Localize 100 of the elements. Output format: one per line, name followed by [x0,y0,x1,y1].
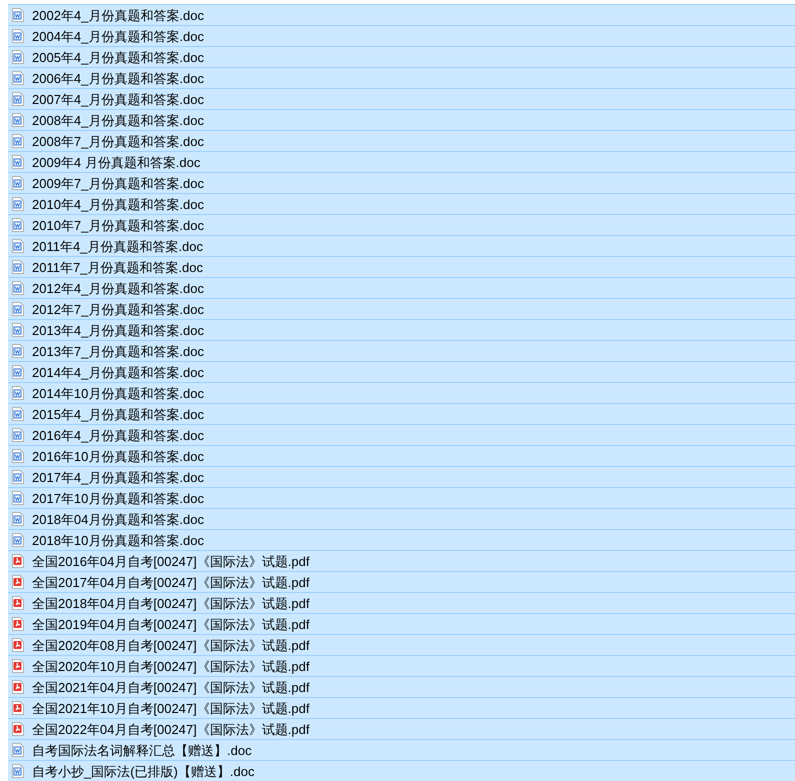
word-file-icon [12,260,24,274]
word-file-icon [12,512,24,526]
file-name: 2015年4_月份真题和答案.doc [32,408,204,420]
pdf-file-icon [12,659,24,673]
file-name: 全国2020年08月自考[00247]《国际法》试题.pdf [32,638,310,652]
pdf-file-icon [12,701,24,715]
file-name: 2009年7_月份真题和答案.doc [32,176,204,190]
file-name: 2017年10月份真题和答案.doc [32,492,204,504]
file-name: 2008年4_月份真题和答案.doc [32,114,204,126]
word-file-icon [12,386,24,400]
file-row[interactable]: 2018年04月份真题和答案.doc [8,508,795,529]
word-file-icon [12,491,24,505]
file-row[interactable]: 全国2020年10月自考[00247]《国际法》试题.pdf [8,655,795,676]
file-row[interactable]: 2011年7_月份真题和答案.doc [8,256,795,277]
file-row[interactable]: 全国2018年04月自考[00247]《国际法》试题.pdf [8,592,795,613]
file-name: 全国2021年04月自考[00247]《国际法》试题.pdf [32,680,310,694]
word-file-icon [12,113,24,127]
file-name: 全国2019年04月自考[00247]《国际法》试题.pdf [32,618,310,630]
file-name: 2013年4_月份真题和答案.doc [32,324,204,336]
word-file-icon [12,449,24,463]
word-file-icon [12,302,24,316]
file-name: 2013年7_月份真题和答案.doc [32,344,204,358]
file-name: 全国2022年04月自考[00247]《国际法》试题.pdf [32,722,310,736]
word-file-icon [12,281,24,295]
file-name: 2011年4_月份真题和答案.doc [32,240,203,252]
word-file-icon [12,218,24,232]
file-name: 2006年4_月份真题和答案.doc [32,72,204,84]
file-row[interactable]: 2008年4_月份真题和答案.doc [8,109,795,130]
file-row[interactable]: 2015年4_月份真题和答案.doc [8,403,795,424]
file-name: 2018年10月份真题和答案.doc [32,534,204,546]
file-row[interactable]: 全国2017年04月自考[00247]《国际法》试题.pdf [8,571,795,592]
file-row[interactable]: 2017年4_月份真题和答案.doc [8,466,795,487]
file-row[interactable]: 2010年7_月份真题和答案.doc [8,214,795,235]
file-row[interactable]: 2016年10月份真题和答案.doc [8,445,795,466]
file-row[interactable]: 全国2022年04月自考[00247]《国际法》试题.pdf [8,718,795,739]
word-file-icon [12,743,24,757]
file-row[interactable]: 全国2019年04月自考[00247]《国际法》试题.pdf [8,613,795,634]
word-file-icon [12,50,24,64]
file-row[interactable]: 自考国际法名词解释汇总【赠送】.doc [8,739,795,760]
file-name: 2017年4_月份真题和答案.doc [32,470,204,484]
word-file-icon [12,323,24,337]
pdf-file-icon [12,617,24,631]
word-file-icon [12,155,24,169]
file-row[interactable]: 2004年4_月份真题和答案.doc [8,25,795,46]
file-row[interactable]: 2008年7_月份真题和答案.doc [8,130,795,151]
file-row[interactable]: 2017年10月份真题和答案.doc [8,487,795,508]
file-name: 全国2020年10月自考[00247]《国际法》试题.pdf [32,660,310,672]
file-name: 2002年4_月份真题和答案.doc [32,8,204,22]
file-row[interactable]: 全国2020年08月自考[00247]《国际法》试题.pdf [8,634,795,655]
file-name: 2010年7_月份真题和答案.doc [32,218,204,232]
file-row[interactable]: 2009年4 月份真题和答案.doc [8,151,795,172]
file-name: 2007年4_月份真题和答案.doc [32,92,204,106]
file-row[interactable]: 全国2021年04月自考[00247]《国际法》试题.pdf [8,676,795,697]
pdf-file-icon [12,554,24,568]
word-file-icon [12,8,24,22]
file-name: 2010年4_月份真题和答案.doc [32,198,204,210]
word-file-icon [12,365,24,379]
file-name: 2012年7_月份真题和答案.doc [32,302,204,316]
pdf-file-icon [12,575,24,589]
file-row[interactable]: 2005年4_月份真题和答案.doc [8,46,795,67]
file-row[interactable]: 2016年4_月份真题和答案.doc [8,424,795,445]
file-name: 2012年4_月份真题和答案.doc [32,282,204,294]
file-row[interactable]: 2013年7_月份真题和答案.doc [8,340,795,361]
file-name: 全国2017年04月自考[00247]《国际法》试题.pdf [32,576,310,588]
file-name: 全国2021年10月自考[00247]《国际法》试题.pdf [32,702,310,714]
file-row[interactable]: 自考小抄_国际法(已排版)【赠送】.doc [8,760,795,781]
word-file-icon [12,764,24,778]
file-row[interactable]: 全国2021年10月自考[00247]《国际法》试题.pdf [8,697,795,718]
pdf-file-icon [12,596,24,610]
word-file-icon [12,470,24,484]
file-row[interactable]: 2012年7_月份真题和答案.doc [8,298,795,319]
file-row[interactable]: 2006年4_月份真题和答案.doc [8,67,795,88]
file-name: 2014年10月份真题和答案.doc [32,386,204,400]
word-file-icon [12,533,24,547]
file-row[interactable]: 2014年4_月份真题和答案.doc [8,361,795,382]
file-row[interactable]: 2018年10月份真题和答案.doc [8,529,795,550]
word-file-icon [12,71,24,85]
word-file-icon [12,29,24,43]
file-row[interactable]: 2011年4_月份真题和答案.doc [8,235,795,256]
file-row[interactable]: 2012年4_月份真题和答案.doc [8,277,795,298]
file-row[interactable]: 2010年4_月份真题和答案.doc [8,193,795,214]
file-name: 2004年4_月份真题和答案.doc [32,30,204,42]
file-row[interactable]: 全国2016年04月自考[00247]《国际法》试题.pdf [8,550,795,571]
file-row[interactable]: 2009年7_月份真题和答案.doc [8,172,795,193]
word-file-icon [12,239,24,253]
word-file-icon [12,176,24,190]
file-row[interactable]: 2007年4_月份真题和答案.doc [8,88,795,109]
file-name: 2014年4_月份真题和答案.doc [32,366,204,378]
file-name: 2009年4 月份真题和答案.doc [32,156,200,168]
file-name: 全国2018年04月自考[00247]《国际法》试题.pdf [32,596,310,610]
word-file-icon [12,407,24,421]
file-name: 2016年4_月份真题和答案.doc [32,428,204,442]
pdf-file-icon [12,722,24,736]
file-row[interactable]: 2013年4_月份真题和答案.doc [8,319,795,340]
file-name: 自考小抄_国际法(已排版)【赠送】.doc [32,764,254,778]
word-file-icon [12,344,24,358]
file-row[interactable]: 2014年10月份真题和答案.doc [8,382,795,403]
file-row[interactable]: 2002年4_月份真题和答案.doc [8,4,795,25]
word-file-icon [12,134,24,148]
file-name: 2008年7_月份真题和答案.doc [32,134,204,148]
